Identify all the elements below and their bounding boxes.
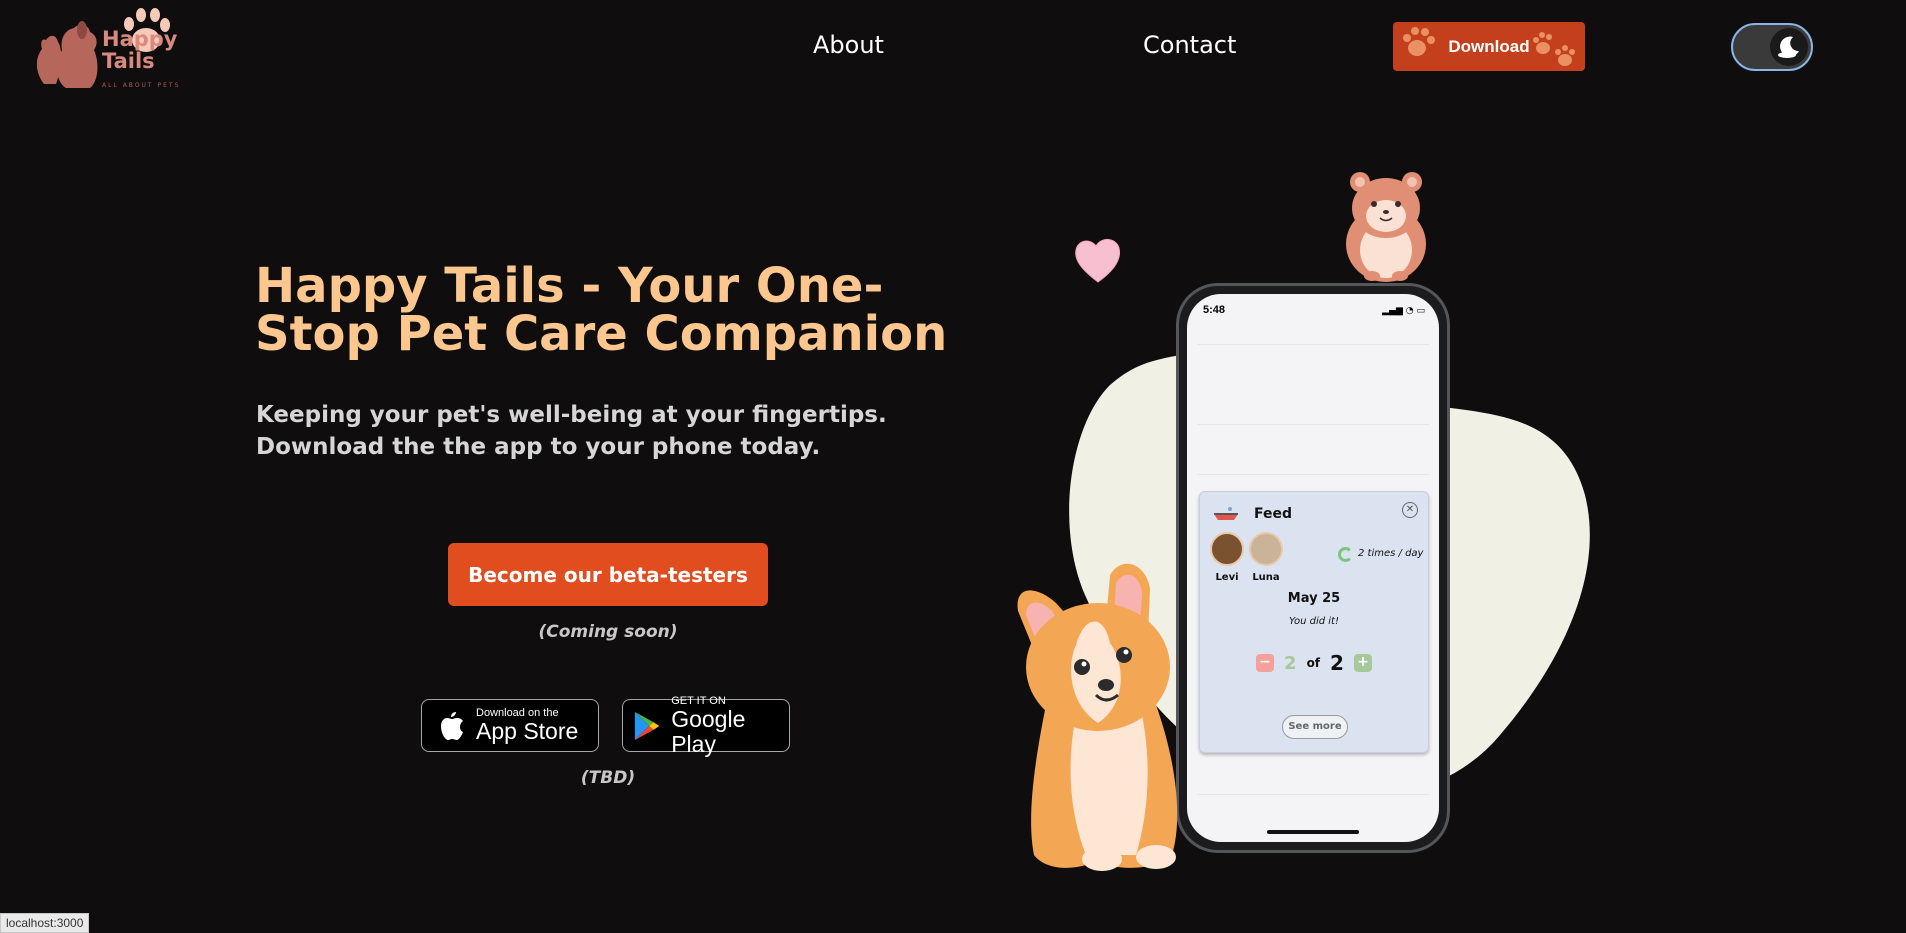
- feed-message: You did it!: [1288, 616, 1339, 627]
- status-bar-url: localhost:3000: [0, 913, 90, 933]
- see-more-button[interactable]: See more: [1282, 715, 1348, 739]
- logo-text: Happy Tails: [102, 27, 178, 73]
- heart-icon: [1075, 239, 1121, 283]
- google-play-small-text: GET IT ON: [671, 694, 726, 707]
- pet-name-levi: Levi: [1215, 572, 1239, 583]
- beta-testers-button[interactable]: Become our beta-testers: [448, 543, 768, 606]
- google-play-button[interactable]: GET IT ON Google Play: [622, 695, 790, 756]
- feed-card: Feed ✕ Levi Luna 2 times / day May 25 Yo…: [1199, 491, 1429, 753]
- faded-divider: [1197, 474, 1429, 475]
- toggle-knob: [1770, 28, 1808, 66]
- stores-note: (TBD): [580, 768, 636, 788]
- increment-button[interactable]: +: [1353, 654, 1372, 672]
- logo-tagline: ALL ABOUT PETS: [102, 82, 181, 89]
- faded-divider: [1197, 344, 1429, 345]
- feed-counter: − 2 of 2 +: [1200, 651, 1428, 675]
- logo[interactable]: Happy Tails ALL ABOUT PETS: [26, 4, 191, 92]
- decrement-button[interactable]: −: [1256, 654, 1275, 672]
- close-icon[interactable]: ✕: [1402, 502, 1418, 518]
- feed-frequency: 2 times / day: [1358, 548, 1424, 559]
- app-store-big-text: App Store: [476, 718, 579, 744]
- count-of: of: [1306, 656, 1321, 670]
- paw-icon: [1403, 27, 1435, 56]
- nav-about-link[interactable]: About: [813, 31, 884, 59]
- home-indicator: [1267, 830, 1359, 834]
- hero-title: Happy Tails - Your One-Stop Pet Care Com…: [255, 258, 948, 362]
- hamster-illustration: [1346, 172, 1426, 282]
- download-label: Download: [1448, 36, 1530, 56]
- hero-subtitle: Keeping your pet's well-being at your fi…: [256, 402, 887, 460]
- pet-avatar-luna: [1249, 532, 1283, 566]
- google-play-big-text: Google Play: [671, 705, 746, 757]
- faded-divider: [1197, 794, 1429, 795]
- download-button[interactable]: Download: [1393, 22, 1585, 71]
- theme-toggle[interactable]: [1731, 23, 1813, 71]
- app-store-button[interactable]: Download on the App Store: [421, 699, 599, 752]
- feed-date: May 25: [1287, 591, 1341, 606]
- food-bowl-icon: [1214, 507, 1238, 520]
- paw-icon: [1533, 32, 1575, 66]
- count-current: 2: [1284, 652, 1297, 674]
- status-time: 5:48: [1203, 304, 1226, 316]
- count-total: 2: [1330, 651, 1344, 675]
- faded-divider: [1197, 424, 1429, 425]
- nav-contact-link[interactable]: Contact: [1143, 31, 1236, 59]
- moon-icon: [1778, 36, 1799, 58]
- repeat-icon: [1338, 547, 1353, 562]
- pet-name-luna: Luna: [1252, 572, 1280, 583]
- feed-title: Feed: [1254, 506, 1293, 522]
- coming-soon-note: (Coming soon): [538, 622, 678, 642]
- google-play-icon: [634, 711, 660, 740]
- apple-icon: [441, 711, 463, 740]
- status-icons: ▂▄▆ ◔ ▭: [1382, 306, 1425, 316]
- corgi-illustration: [1017, 563, 1178, 871]
- pet-avatar-levi: [1210, 532, 1244, 566]
